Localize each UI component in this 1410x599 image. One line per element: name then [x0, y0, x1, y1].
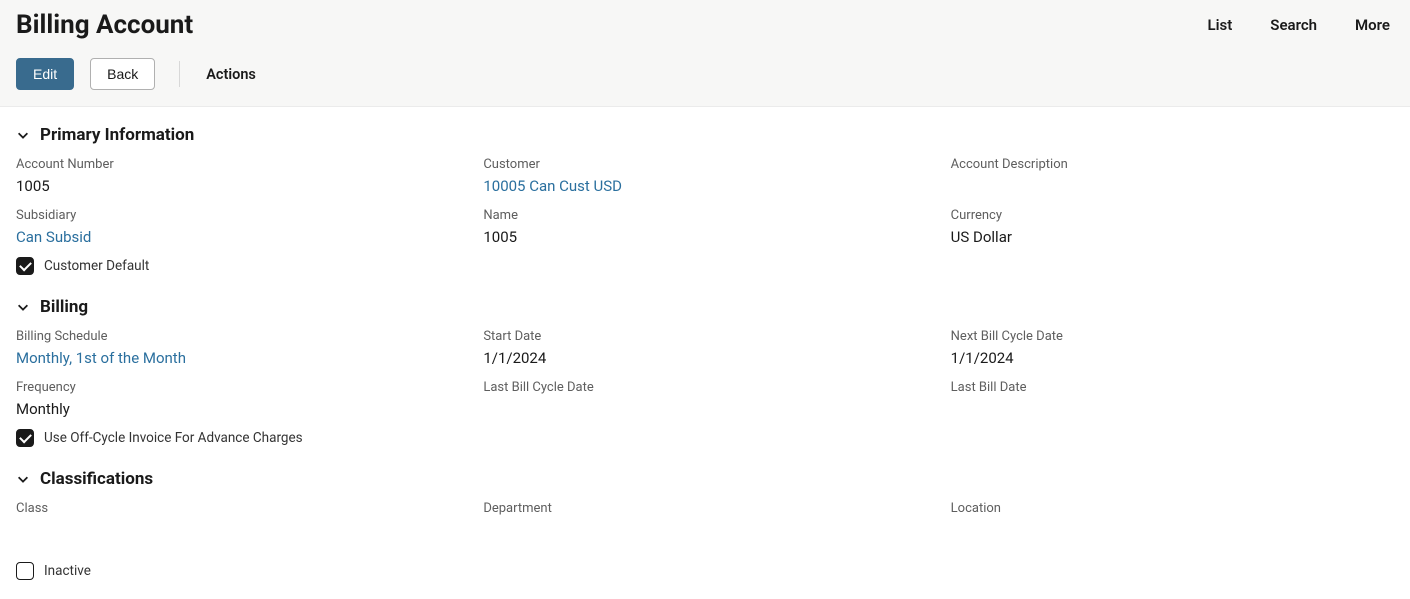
label-customer: Customer: [483, 157, 926, 173]
field-department: Department: [483, 501, 926, 540]
offcycle-row: Use Off-Cycle Invoice For Advance Charge…: [16, 429, 1394, 447]
value-account-number: 1005: [16, 176, 459, 196]
label-department: Department: [483, 501, 926, 517]
customer-default-checkbox[interactable]: [16, 257, 34, 275]
chevron-down-icon: [16, 472, 30, 486]
value-class: [16, 520, 459, 540]
value-start-date: 1/1/2024: [483, 348, 926, 368]
value-name: 1005: [483, 227, 926, 247]
field-currency: Currency US Dollar: [951, 208, 1394, 247]
content-region: Primary Information Account Number 1005 …: [0, 107, 1410, 598]
title-row: Billing Account List Search More: [16, 10, 1394, 40]
field-account-description: Account Description: [951, 157, 1394, 196]
search-link[interactable]: Search: [1270, 16, 1317, 34]
chevron-down-icon: [16, 300, 30, 314]
value-last-bill-date: [951, 399, 1394, 419]
section-header-billing[interactable]: Billing: [16, 297, 1394, 317]
field-start-date: Start Date 1/1/2024: [483, 329, 926, 368]
label-class: Class: [16, 501, 459, 517]
field-account-number: Account Number 1005: [16, 157, 459, 196]
section-primary-information: Primary Information Account Number 1005 …: [16, 125, 1394, 275]
back-button[interactable]: Back: [90, 58, 155, 90]
customer-default-row: Customer Default: [16, 257, 1394, 275]
field-class: Class: [16, 501, 459, 540]
label-account-description: Account Description: [951, 157, 1394, 173]
value-frequency: Monthly: [16, 399, 459, 419]
field-subsidiary: Subsidiary Can Subsid: [16, 208, 459, 247]
label-subsidiary: Subsidiary: [16, 208, 459, 224]
field-billing-schedule: Billing Schedule Monthly, 1st of the Mon…: [16, 329, 459, 368]
value-billing-schedule[interactable]: Monthly, 1st of the Month: [16, 348, 459, 368]
section-billing: Billing Billing Schedule Monthly, 1st of…: [16, 297, 1394, 447]
section-header-classifications[interactable]: Classifications: [16, 469, 1394, 489]
label-last-bill-date: Last Bill Date: [951, 380, 1394, 396]
field-frequency: Frequency Monthly: [16, 380, 459, 419]
field-next-bill-cycle: Next Bill Cycle Date 1/1/2024: [951, 329, 1394, 368]
button-row: Edit Back Actions: [16, 58, 1394, 90]
value-location: [951, 520, 1394, 540]
inactive-label: Inactive: [44, 563, 91, 579]
value-account-description: [951, 176, 1394, 196]
chevron-down-icon: [16, 128, 30, 142]
section-header-primary[interactable]: Primary Information: [16, 125, 1394, 145]
primary-field-grid: Account Number 1005 Customer 10005 Can C…: [16, 157, 1394, 247]
section-title-primary: Primary Information: [40, 125, 194, 145]
label-billing-schedule: Billing Schedule: [16, 329, 459, 345]
section-title-billing: Billing: [40, 297, 88, 317]
label-last-bill-cycle: Last Bill Cycle Date: [483, 380, 926, 396]
inactive-checkbox[interactable]: [16, 562, 34, 580]
offcycle-label: Use Off-Cycle Invoice For Advance Charge…: [44, 430, 303, 446]
customer-default-label: Customer Default: [44, 258, 149, 274]
more-link[interactable]: More: [1355, 16, 1390, 34]
list-link[interactable]: List: [1208, 16, 1233, 34]
top-links: List Search More: [1208, 16, 1390, 34]
field-customer: Customer 10005 Can Cust USD: [483, 157, 926, 196]
edit-button[interactable]: Edit: [16, 58, 74, 90]
label-frequency: Frequency: [16, 380, 459, 396]
field-last-bill-cycle: Last Bill Cycle Date: [483, 380, 926, 419]
value-customer[interactable]: 10005 Can Cust USD: [483, 176, 926, 196]
divider: [179, 61, 180, 87]
label-start-date: Start Date: [483, 329, 926, 345]
inactive-row: Inactive: [16, 562, 1394, 580]
offcycle-checkbox[interactable]: [16, 429, 34, 447]
label-name: Name: [483, 208, 926, 224]
value-subsidiary[interactable]: Can Subsid: [16, 227, 459, 247]
header-region: Billing Account List Search More Edit Ba…: [0, 0, 1410, 107]
section-classifications: Classifications Class Department Locatio…: [16, 469, 1394, 540]
label-location: Location: [951, 501, 1394, 517]
classifications-field-grid: Class Department Location: [16, 501, 1394, 540]
actions-menu[interactable]: Actions: [200, 66, 262, 83]
billing-field-grid: Billing Schedule Monthly, 1st of the Mon…: [16, 329, 1394, 419]
value-department: [483, 520, 926, 540]
page-title: Billing Account: [16, 10, 193, 40]
value-next-bill-cycle: 1/1/2024: [951, 348, 1394, 368]
label-currency: Currency: [951, 208, 1394, 224]
section-title-classifications: Classifications: [40, 469, 153, 489]
field-location: Location: [951, 501, 1394, 540]
label-account-number: Account Number: [16, 157, 459, 173]
field-name: Name 1005: [483, 208, 926, 247]
field-last-bill-date: Last Bill Date: [951, 380, 1394, 419]
value-currency: US Dollar: [951, 227, 1394, 247]
value-last-bill-cycle: [483, 399, 926, 419]
label-next-bill-cycle: Next Bill Cycle Date: [951, 329, 1394, 345]
